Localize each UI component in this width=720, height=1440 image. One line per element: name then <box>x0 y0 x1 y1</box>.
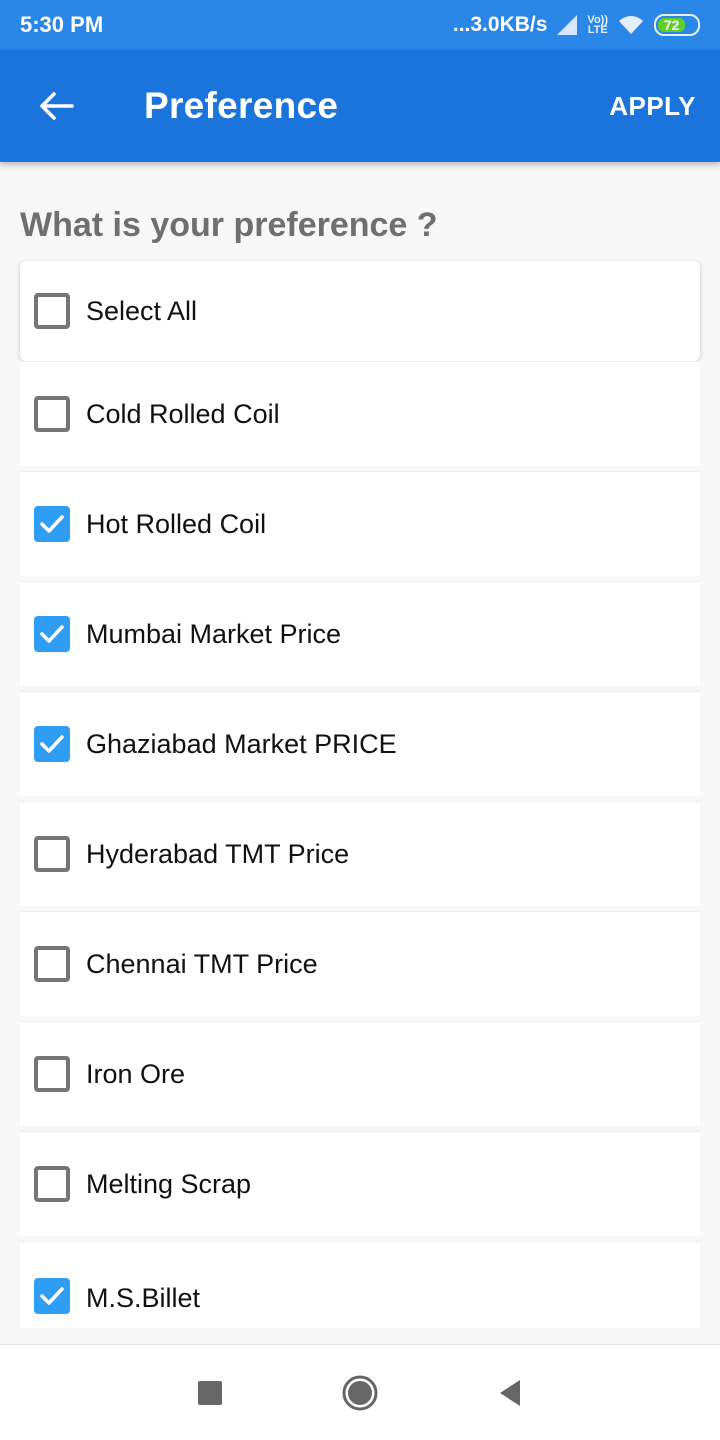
arrow-left-icon <box>40 92 74 120</box>
checkmark-icon <box>40 515 64 533</box>
status-time: 5:30 PM <box>20 12 104 37</box>
question-heading: What is your preference ? <box>20 206 438 244</box>
preference-item[interactable]: Hyderabad TMT Price <box>20 802 700 906</box>
select-all-label: Select All <box>86 295 198 326</box>
checkbox-checked[interactable] <box>34 616 70 652</box>
system-nav-bar <box>0 1344 720 1440</box>
select-all-row[interactable]: Select All <box>20 261 700 361</box>
preference-item-label: Chennai TMT Price <box>86 948 318 979</box>
preference-item[interactable]: Mumbai Market Price <box>20 582 700 686</box>
home-icon <box>342 1375 378 1410</box>
checkmark-icon <box>40 625 64 643</box>
recents-icon <box>198 1380 222 1405</box>
preference-item-label: Ghaziabad Market PRICE <box>86 728 397 759</box>
checkbox-unchecked[interactable] <box>34 1056 70 1092</box>
page-title: Preference <box>144 85 339 126</box>
select-all-checkbox[interactable] <box>34 293 70 329</box>
preference-item[interactable]: Melting Scrap <box>20 1132 700 1236</box>
volte-icon: Vo)) LTE <box>587 15 608 36</box>
back-icon <box>500 1379 520 1406</box>
preference-item-label: Iron Ore <box>86 1058 186 1089</box>
preference-item[interactable]: Ghaziabad Market PRICE <box>20 692 700 796</box>
checkbox-unchecked[interactable] <box>34 1166 70 1202</box>
recents-button[interactable] <box>180 1363 240 1423</box>
battery-icon: 72 <box>654 14 700 36</box>
nav-back-button[interactable] <box>480 1363 540 1423</box>
preference-item[interactable]: M.S.Billet <box>20 1242 700 1328</box>
checkbox-checked[interactable] <box>34 726 70 762</box>
checkmark-icon <box>40 1287 64 1305</box>
checkbox-checked[interactable] <box>34 506 70 542</box>
back-button[interactable] <box>20 70 92 142</box>
checkbox-unchecked[interactable] <box>34 836 70 872</box>
status-bar: 5:30 PM ...3.0KB/s Vo)) LTE 72 <box>0 0 720 50</box>
preference-item[interactable]: Iron Ore <box>20 1022 700 1126</box>
preference-item[interactable]: Cold Rolled Coil <box>20 362 700 466</box>
preference-item-label: Mumbai Market Price <box>86 618 342 649</box>
preference-item[interactable]: Chennai TMT Price <box>20 912 700 1016</box>
lte-label: LTE <box>587 24 608 36</box>
status-icons: ...3.0KB/s Vo)) LTE 72 <box>453 13 700 37</box>
checkmark-icon <box>40 735 64 753</box>
checkbox-unchecked[interactable] <box>34 946 70 982</box>
checkbox-unchecked[interactable] <box>34 396 70 432</box>
apply-button[interactable]: APPLY <box>609 91 696 122</box>
wifi-icon <box>619 16 643 34</box>
preference-item-label: M.S.Billet <box>86 1283 201 1313</box>
preference-item-label: Melting Scrap <box>86 1168 252 1199</box>
network-speed: ...3.0KB/s <box>452 13 548 36</box>
checkbox-checked[interactable] <box>34 1278 70 1314</box>
preference-item[interactable]: Hot Rolled Coil <box>20 472 700 576</box>
battery-level: 72 <box>658 17 686 33</box>
preference-item-label: Hyderabad TMT Price <box>86 838 350 869</box>
preference-item-label: Cold Rolled Coil <box>86 398 280 429</box>
home-button[interactable] <box>330 1363 390 1423</box>
preference-item-label: Hot Rolled Coil <box>86 508 267 539</box>
app-bar: Preference APPLY <box>0 50 720 162</box>
cell-signal-icon <box>557 15 578 35</box>
